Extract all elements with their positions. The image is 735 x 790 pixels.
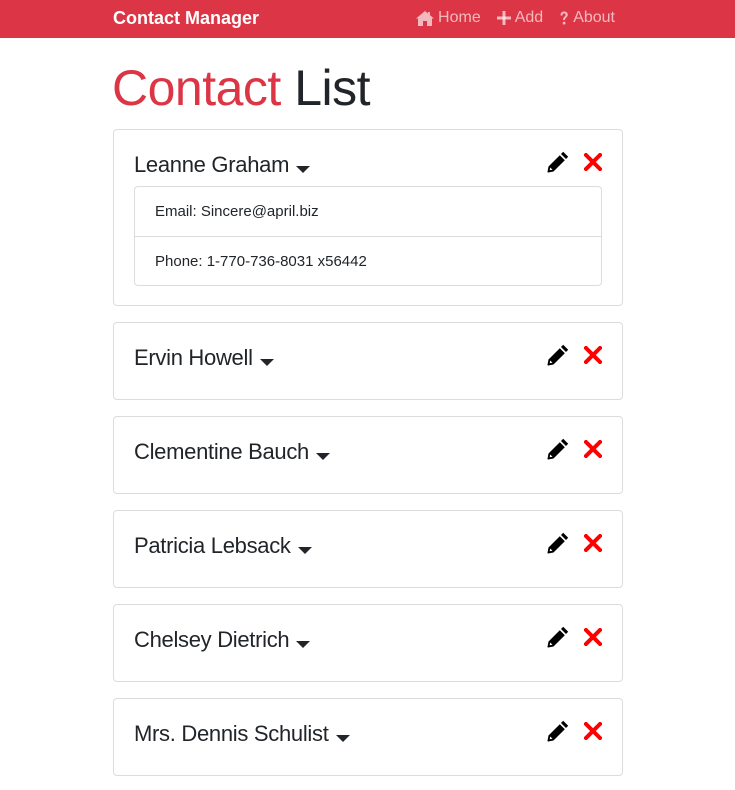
nav-home-label: Home xyxy=(438,9,481,26)
contact-card: Patricia Lebsack xyxy=(113,510,623,588)
pencil-icon[interactable] xyxy=(546,531,570,560)
nav-links: Home Add About xyxy=(416,8,615,28)
contact-name: Patricia Lebsack xyxy=(134,533,291,558)
question-icon xyxy=(560,11,568,24)
caret-down-icon[interactable] xyxy=(315,452,330,460)
caret-down-icon[interactable] xyxy=(259,358,274,366)
delete-icon[interactable] xyxy=(583,345,603,369)
delete-icon[interactable] xyxy=(583,533,603,557)
nav-about-label: About xyxy=(573,9,615,26)
navbar: Contact Manager Home Add About xyxy=(0,0,735,38)
pencil-icon[interactable] xyxy=(546,437,570,466)
contact-actions xyxy=(546,531,603,560)
contact-name: Chelsey Dietrich xyxy=(134,627,290,652)
nav-add-link[interactable]: Add xyxy=(496,8,544,28)
delete-icon[interactable] xyxy=(583,152,603,176)
contact-header: Chelsey Dietrich xyxy=(134,626,311,654)
nav-home-link[interactable]: Home xyxy=(416,8,481,28)
nav-about-link[interactable]: About xyxy=(559,8,615,28)
caret-down-icon[interactable] xyxy=(335,734,350,742)
contact-name: Mrs. Dennis Schulist xyxy=(134,721,329,746)
caret-down-icon[interactable] xyxy=(297,546,312,554)
contact-name: Clementine Bauch xyxy=(134,439,309,464)
delete-icon[interactable] xyxy=(583,721,603,745)
contact-name: Ervin Howell xyxy=(134,345,253,370)
contact-header: Leanne Graham xyxy=(134,151,311,179)
caret-down-icon[interactable] xyxy=(296,640,311,648)
delete-icon[interactable] xyxy=(583,439,603,463)
contact-actions xyxy=(546,625,603,654)
nav-add-label: Add xyxy=(514,9,544,26)
contact-actions xyxy=(546,719,603,748)
contact-card: Mrs. Dennis Schulist xyxy=(113,698,623,776)
home-icon xyxy=(416,10,435,26)
pencil-icon[interactable] xyxy=(546,625,570,654)
caret-down-icon[interactable] xyxy=(296,165,311,173)
contact-header: Clementine Bauch xyxy=(134,438,330,466)
page-title-accent: Contact xyxy=(112,60,281,116)
delete-icon[interactable] xyxy=(583,627,603,651)
pencil-icon[interactable] xyxy=(546,719,570,748)
brand-link[interactable]: Contact Manager xyxy=(113,7,259,29)
plus-icon xyxy=(496,11,511,25)
contact-card: Leanne Graham Email: Sincere@april.biz Pho… xyxy=(113,129,623,306)
contact-email: Email: Sincere@april.biz xyxy=(155,203,319,220)
page-title: Contact List xyxy=(112,58,371,118)
contact-header: Ervin Howell xyxy=(134,344,274,372)
contact-actions xyxy=(546,150,603,179)
pencil-icon[interactable] xyxy=(546,150,570,179)
page-title-rest: List xyxy=(294,60,371,116)
contact-name: Leanne Graham xyxy=(134,152,290,177)
contact-details: Email: Sincere@april.biz Phone: 1-770-736… xyxy=(134,186,602,286)
contact-card: Clementine Bauch xyxy=(113,416,623,494)
contact-header: Patricia Lebsack xyxy=(134,532,312,560)
contact-actions xyxy=(546,437,603,466)
pencil-icon[interactable] xyxy=(546,343,570,372)
contact-phone: Phone: 1-770-736-8031 x56442 xyxy=(135,236,601,285)
contact-card: Ervin Howell xyxy=(113,322,623,400)
contact-card: Chelsey Dietrich xyxy=(113,604,623,682)
contact-header: Mrs. Dennis Schulist xyxy=(134,720,350,748)
contact-actions xyxy=(546,343,603,372)
